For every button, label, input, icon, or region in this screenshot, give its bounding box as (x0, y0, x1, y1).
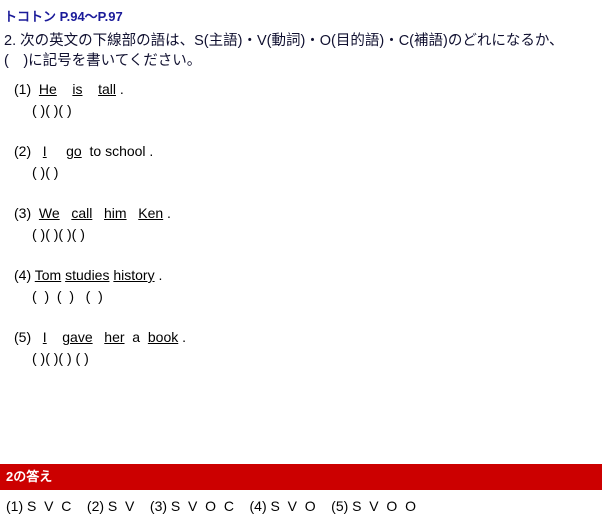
instructions-block: 2. 次の英文の下線部の語は、S(主語)・V(動詞)・O(目的語)・C(補語)の… (0, 24, 602, 71)
question-number: (3) (14, 205, 32, 221)
answer-key-list: (1) S V C (2) S V (3) S V O C (4) S V O … (6, 498, 416, 514)
question-item-1: (1) He is tall . ( )( )( ) (0, 79, 602, 121)
question-item-4: (4) Tom studies history . ( ) ( ) ( ) (0, 265, 602, 307)
underlined-word: He (38, 81, 57, 97)
question-sentence: (5) I gave her a book . (14, 329, 187, 345)
underlined-word: book (147, 329, 179, 345)
instruction-line-1: 2. 次の英文の下線部の語は、S(主語)・V(動詞)・O(目的語)・C(補語)の… (4, 33, 564, 49)
underlined-word: Tom (34, 267, 62, 283)
underlined-word: tall (98, 81, 116, 97)
question-sentence: (3) We call him Ken . (14, 205, 171, 221)
question-list: (1) He is tall . ( )( )( ) (2) I go to s… (0, 71, 602, 369)
underlined-word: gave (62, 329, 93, 345)
answer-key-heading: 2の答え (6, 469, 53, 484)
question-number: (1) (14, 81, 32, 97)
underlined-word: her (104, 329, 125, 345)
question-item-3: (3) We call him Ken . ( )( )( )( ) (0, 203, 602, 245)
instruction-line-2: ( )に記号を書いてください。 (4, 53, 202, 69)
underlined-word: I (42, 143, 47, 159)
question-item-2: (2) I go to school . ( )( ) (0, 141, 602, 183)
question-item-5: (5) I gave her a book . ( )( )( ) ( ) (0, 327, 602, 369)
underlined-word: call (71, 205, 93, 221)
underlined-word: Ken (138, 205, 164, 221)
question-number: (4) (14, 267, 32, 283)
question-sentence: (2) I go to school . (14, 143, 154, 159)
underlined-word: studies (65, 267, 110, 283)
question-number: (2) (14, 143, 32, 159)
question-sentence: (4) Tom studies history . (14, 267, 163, 283)
underlined-word: go (66, 143, 82, 159)
lesson-title: トコトン P.94〜P.97 (4, 9, 123, 24)
answer-slots[interactable]: ( )( )( ) ( ) (14, 348, 602, 369)
question-number: (5) (14, 329, 32, 345)
underlined-word: We (38, 205, 60, 221)
answer-slots[interactable]: ( )( )( ) (14, 100, 602, 121)
answer-slots[interactable]: ( )( )( )( ) (14, 224, 602, 245)
answer-slots[interactable]: ( ) ( ) ( ) (14, 286, 602, 307)
question-sentence: (1) He is tall . (14, 81, 124, 97)
answer-slots[interactable]: ( )( ) (14, 162, 602, 183)
answer-key-bar: 2の答え (0, 464, 602, 490)
underlined-word: is (72, 81, 83, 97)
underlined-word: him (104, 205, 127, 221)
underlined-word: I (42, 329, 47, 345)
underlined-word: history (113, 267, 155, 283)
